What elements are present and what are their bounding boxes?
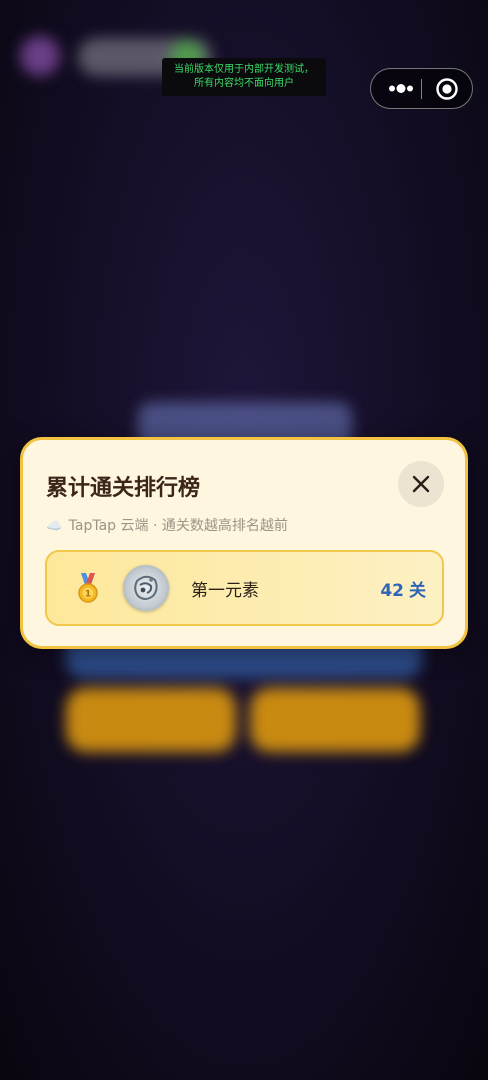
background-left-button	[66, 688, 236, 752]
close-button[interactable]	[398, 461, 444, 507]
dev-notice-line-2: 所有内容均不面向用户	[194, 78, 294, 89]
mini-program-capsule	[370, 68, 473, 109]
leaderboard-row: 1 第一元素 42 关	[45, 550, 444, 626]
background-avatar	[20, 36, 60, 76]
player-score: 42 关	[380, 576, 426, 601]
modal-subtitle: ☁️ TapTap 云端 · 通关数越高排名越前	[46, 515, 288, 535]
capsule-divider	[421, 79, 422, 99]
score-value: 42	[380, 581, 404, 601]
leaderboard-modal: 累计通关排行榜 ☁️ TapTap 云端 · 通关数越高排名越前 1 第一元素 …	[20, 437, 468, 649]
more-dots-icon[interactable]	[385, 69, 421, 108]
player-avatar	[123, 565, 169, 611]
svg-text:1: 1	[85, 590, 91, 600]
cloud-icon: ☁️	[46, 519, 63, 534]
close-icon	[412, 475, 430, 493]
target-circle-icon[interactable]	[435, 77, 459, 101]
subtitle-text: TapTap 云端 · 通关数越高排名越前	[68, 518, 288, 534]
dev-notice-line-1: 当前版本仅用于内部开发测试，	[174, 64, 314, 75]
dev-test-notice: 当前版本仅用于内部开发测试， 所有内容均不面向用户	[162, 58, 326, 96]
score-unit: 关	[409, 581, 426, 601]
modal-title: 累计通关排行榜	[46, 476, 201, 501]
gold-medal-icon: 1	[77, 573, 99, 605]
background-right-button	[250, 688, 420, 752]
player-name: 第一元素	[191, 581, 259, 601]
